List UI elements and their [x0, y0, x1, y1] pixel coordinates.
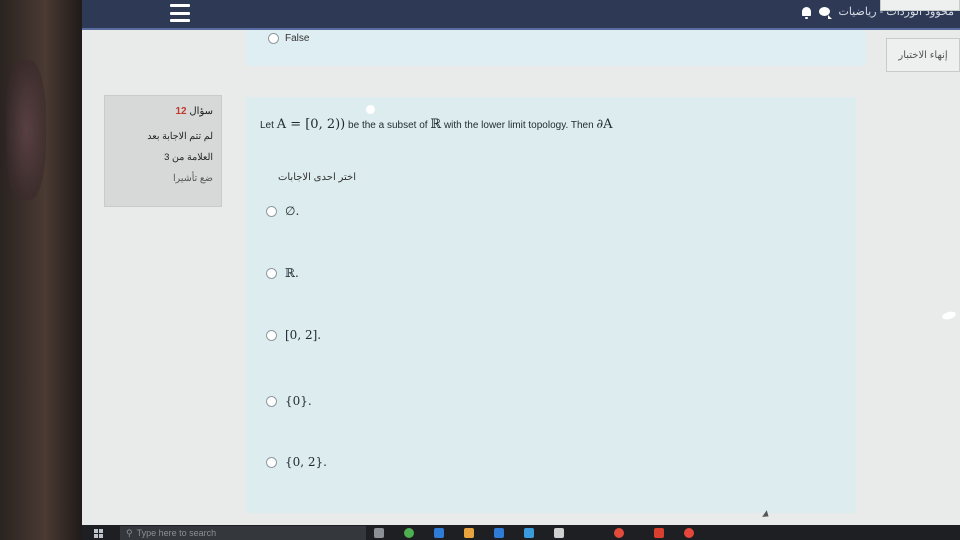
answer-status: لم تتم الاجابة بعد	[147, 131, 213, 142]
radio-button[interactable]	[268, 33, 279, 44]
option-label: [0, 2].	[285, 328, 322, 342]
option-label: {0, 2}.	[285, 455, 327, 469]
answer-option-4[interactable]: {0}.	[266, 394, 312, 408]
option-label: ∅.	[285, 204, 300, 218]
question-text-end: with the lower limit topology. Then	[443, 120, 594, 131]
taskbar-search-box[interactable]: ⚲ Type here to search	[120, 526, 366, 540]
math-reals: ℝ	[430, 117, 442, 132]
app-icon-green[interactable]	[404, 528, 414, 538]
app-icon-grey[interactable]	[554, 528, 564, 538]
app-icon-blue-2[interactable]	[494, 528, 504, 538]
app-icon-red-2[interactable]	[654, 528, 664, 538]
top-navbar: محوود الوردات - رياضيات	[82, 0, 960, 30]
hamburger-menu-icon[interactable]	[170, 4, 190, 22]
math-boundary: ∂A	[596, 117, 613, 132]
question-number-value: 12	[175, 106, 187, 117]
answer-option-5[interactable]: {0, 2}.	[266, 455, 327, 469]
radio-button[interactable]	[266, 329, 277, 341]
radio-button[interactable]	[266, 267, 277, 279]
nav-panel-edge	[880, 0, 960, 11]
question-text-mid: be the a subset of	[348, 120, 428, 131]
choose-answer-prompt: اختر احدى الاجابات	[277, 172, 356, 183]
question-mark: العلامة من 3	[164, 152, 213, 163]
previous-answer-option[interactable]: False	[268, 33, 309, 44]
mouse-cursor-icon	[762, 510, 771, 520]
answer-option-3[interactable]: [0, 2].	[266, 328, 321, 342]
browser-screen: محوود الوردات - رياضيات False إنهاء الاخ…	[82, 0, 960, 525]
radio-button[interactable]	[266, 456, 277, 468]
option-label: ℝ.	[285, 266, 299, 280]
option-false-label: False	[285, 33, 310, 45]
question-text-let: Let	[260, 120, 274, 131]
radio-button[interactable]	[266, 395, 277, 407]
screen-glare	[941, 310, 957, 321]
finish-attempt-button[interactable]: إنهاء الاختبار	[886, 38, 960, 72]
messages-icon[interactable]	[819, 7, 833, 19]
math-set-a: A = [0, 2))	[276, 117, 346, 132]
windows-start-icon[interactable]	[94, 529, 103, 538]
notifications-bell-icon[interactable]	[802, 7, 812, 19]
radio-button[interactable]	[266, 205, 277, 217]
question-info-panel: سؤال 12 لم تتم الاجابة بعد العلامة من 3 …	[104, 95, 222, 207]
answer-option-1[interactable]: ∅.	[266, 204, 299, 218]
app-icon-teal[interactable]	[524, 528, 534, 538]
previous-question-box: False	[246, 30, 866, 66]
app-icon-orange[interactable]	[464, 528, 474, 538]
question-label: سؤال	[189, 106, 213, 117]
app-icon-red[interactable]	[614, 528, 624, 538]
search-placeholder: Type here to search	[136, 528, 217, 538]
question-content-box: Let A = [0, 2)) be the a subset of ℝ wit…	[246, 97, 856, 520]
search-icon: ⚲	[126, 528, 133, 538]
answer-option-2[interactable]: ℝ.	[266, 266, 299, 280]
app-icon-blue[interactable]	[434, 528, 444, 538]
option-label: {0}.	[285, 394, 312, 408]
windows-taskbar: ⚲ Type here to search	[82, 525, 960, 540]
light-glare	[366, 105, 375, 114]
task-view-icon[interactable]	[374, 528, 384, 538]
flag-question-link[interactable]: ضع تأشيرا	[105, 173, 221, 184]
question-text: Let A = [0, 2)) be the a subset of ℝ wit…	[260, 117, 613, 132]
desk-background	[0, 0, 82, 540]
chrome-icon[interactable]	[684, 528, 694, 538]
question-number: سؤال 12	[105, 106, 221, 117]
